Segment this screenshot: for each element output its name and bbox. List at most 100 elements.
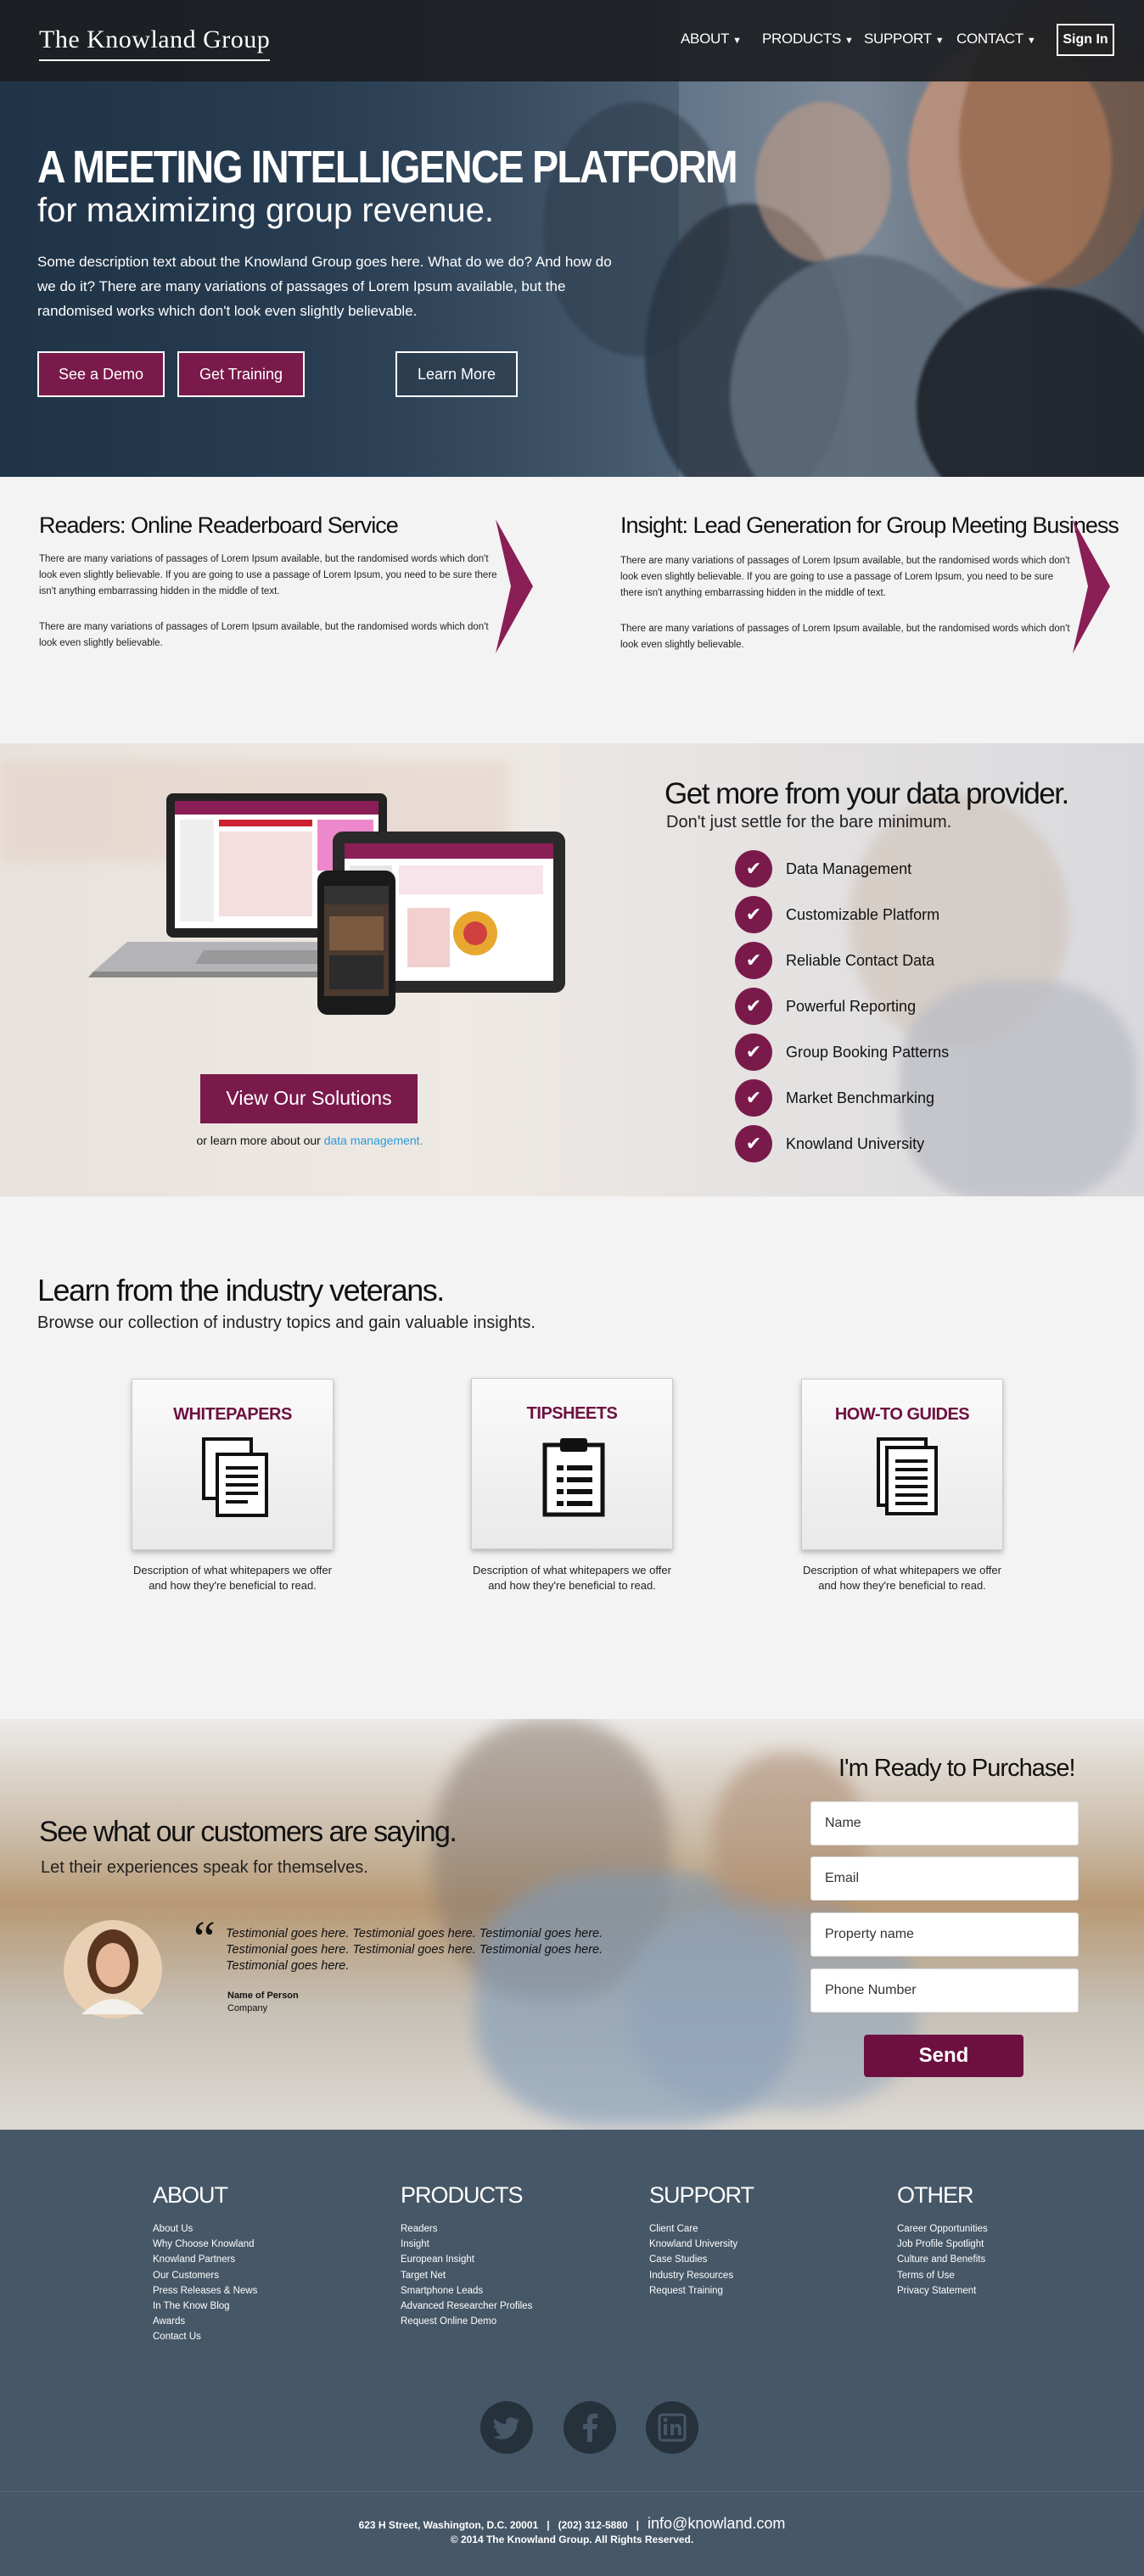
nav-products[interactable]: PRODUCTS ▼ — [762, 31, 854, 48]
product-text-insight: There are many variations of passages of… — [620, 556, 1070, 598]
hero-subtitle: for maximizing group revenue. — [37, 192, 495, 229]
feature-label: Customizable Platform — [786, 906, 940, 923]
footer-link[interactable]: Knowland University — [649, 2237, 737, 2252]
footer-link[interactable]: About Us — [153, 2221, 257, 2237]
footer-link[interactable]: Case Studies — [649, 2252, 737, 2267]
learn-title: Learn from the industry veterans. — [37, 1273, 445, 1308]
footer-link[interactable]: Industry Resources — [649, 2268, 737, 2283]
chevron-down-icon: ▼ — [732, 36, 742, 46]
data-section-subtitle: Don't just settle for the bare minimum. — [666, 813, 952, 832]
learn-more-button[interactable]: Learn More — [395, 351, 518, 397]
product-text-readers: There are many variations of passages of… — [39, 554, 497, 596]
testimonial-subtitle: Let their experiences speak for themselv… — [41, 1858, 368, 1877]
logo[interactable]: The Knowland Group — [39, 25, 271, 61]
data-management-link[interactable]: data management. — [324, 1134, 423, 1147]
footer-link[interactable]: Culture and Benefits — [897, 2252, 988, 2267]
chevron-right-icon[interactable] — [1073, 519, 1110, 653]
send-button[interactable]: Send — [864, 2035, 1023, 2077]
footer-link[interactable]: Knowland Partners — [153, 2252, 257, 2267]
facebook-icon[interactable] — [564, 2401, 616, 2454]
product-text-readers-2: There are many variations of passages of… — [39, 622, 489, 648]
check-icon: ✔ — [735, 988, 772, 1025]
card-tipsheets[interactable]: TIPSHEETS — [471, 1378, 673, 1549]
footer-link[interactable]: Readers — [401, 2221, 532, 2237]
footer-contact-line: 623 H Street, Washington, D.C. 20001 | (… — [0, 2515, 1144, 2533]
footer-email[interactable]: info@knowland.com — [648, 2515, 785, 2532]
check-icon: ✔ — [735, 942, 772, 979]
footer-link[interactable]: Awards — [153, 2314, 257, 2329]
footer-heading-about: ABOUT — [153, 2182, 228, 2208]
footer-link[interactable]: Advanced Researcher Profiles — [401, 2299, 532, 2314]
hero-title: A MEETING INTELLIGENCE PLATFORM — [37, 142, 738, 193]
top-nav: The Knowland Group ABOUT ▼ PRODUCTS ▼ SUPP… — [0, 0, 1144, 81]
footer-link[interactable]: Press Releases & News — [153, 2283, 257, 2299]
product-title-readers[interactable]: Readers: Online Readerboard Service — [39, 512, 399, 539]
chevron-right-icon[interactable] — [496, 519, 533, 653]
card-desc: Description of what whitepapers we offer… — [803, 1564, 1001, 1592]
learn-more-prefix: or learn more about our — [196, 1134, 321, 1147]
product-title-insight[interactable]: Insight: Lead Generation for Group Meeti… — [620, 512, 1119, 539]
card-desc: Description of what whitepapers we offer… — [473, 1564, 671, 1592]
linkedin-icon[interactable] — [646, 2401, 698, 2454]
card-title: HOW-TO GUIDES — [834, 1405, 970, 1424]
card-title: TIPSHEETS — [526, 1404, 618, 1423]
footer-link[interactable]: Request Online Demo — [401, 2314, 532, 2329]
background-photo-blur — [900, 981, 1137, 1196]
footer-link[interactable]: Client Care — [649, 2221, 737, 2237]
footer-link[interactable]: Career Opportunities — [897, 2221, 988, 2237]
footer-divider — [0, 2491, 1144, 2492]
name-field[interactable] — [810, 1801, 1079, 1845]
footer-phone[interactable]: (202) 312-5880 — [558, 2519, 628, 2531]
footer-link[interactable]: Job Profile Spotlight — [897, 2237, 988, 2252]
footer-list-other: Career Opportunities Job Profile Spotlig… — [897, 2221, 988, 2299]
footer-link[interactable]: Insight — [401, 2237, 532, 2252]
data-section-title: Get more from your data provider. — [665, 777, 1069, 810]
footer-list-products: Readers Insight European Insight Target … — [401, 2221, 532, 2329]
testimonial-company: Company — [227, 2003, 268, 2013]
quote-icon: “ — [193, 1911, 216, 1966]
hero-photo-face — [755, 102, 891, 263]
clipboard-icon — [542, 1438, 605, 1517]
feature-label: Data Management — [786, 860, 912, 877]
twitter-bird-glyph — [493, 2416, 520, 2439]
footer-link[interactable]: Request Training — [649, 2283, 737, 2299]
card-title: WHITEPAPERS — [173, 1405, 292, 1424]
testimonial-quote: Testimonial goes here. Testimonial goes … — [226, 1927, 603, 1973]
testimonial-name: Name of Person — [227, 1991, 299, 2001]
nav-about[interactable]: ABOUT ▼ — [681, 31, 742, 48]
nav-contact[interactable]: CONTACT ▼ — [956, 31, 1036, 48]
footer-link[interactable]: In The Know Blog — [153, 2299, 257, 2314]
documents-icon — [202, 1437, 268, 1517]
footer-link[interactable]: Privacy Statement — [897, 2283, 988, 2299]
card-howto-guides[interactable]: HOW-TO GUIDES — [801, 1379, 1003, 1550]
check-icon: ✔ — [735, 850, 772, 888]
purchase-form-title: I'm Ready to Purchase! — [838, 1755, 1076, 1782]
see-demo-button[interactable]: See a Demo — [37, 351, 165, 397]
nav-support[interactable]: SUPPORT ▼ — [864, 31, 945, 48]
footer-link[interactable]: Terms of Use — [897, 2268, 988, 2283]
signin-button[interactable]: Sign In — [1057, 24, 1114, 56]
property-name-field[interactable] — [810, 1912, 1079, 1957]
feature-label: Knowland University — [786, 1135, 925, 1152]
feature-label: Powerful Reporting — [786, 998, 917, 1015]
card-whitepapers[interactable]: WHITEPAPERS — [132, 1379, 334, 1550]
view-solutions-button[interactable]: View Our Solutions — [200, 1074, 418, 1123]
twitter-icon[interactable] — [480, 2401, 533, 2454]
phone-number-field[interactable] — [810, 1968, 1079, 2013]
footer-link[interactable]: Smartphone Leads — [401, 2283, 532, 2299]
footer-link[interactable]: European Insight — [401, 2252, 532, 2267]
email-field[interactable] — [810, 1856, 1079, 1901]
get-training-button[interactable]: Get Training — [177, 351, 305, 397]
linkedin-glyph — [658, 2413, 687, 2442]
chevron-down-icon: ▼ — [844, 36, 854, 46]
footer-link[interactable]: Why Choose Knowland — [153, 2237, 257, 2252]
avatar — [64, 1920, 162, 2019]
footer-link[interactable]: Contact Us — [153, 2329, 257, 2344]
footer-heading-support: SUPPORT — [649, 2182, 754, 2208]
footer-link[interactable]: Target Net — [401, 2268, 532, 2283]
learn-subtitle: Browse our collection of industry topics… — [37, 1313, 536, 1332]
footer-link[interactable]: Our Customers — [153, 2268, 257, 2283]
footer-list-support: Client Care Knowland University Case Stu… — [649, 2221, 737, 2299]
check-icon: ✔ — [735, 896, 772, 933]
learn-more-line: or learn more about our data management. — [0, 1134, 620, 1147]
